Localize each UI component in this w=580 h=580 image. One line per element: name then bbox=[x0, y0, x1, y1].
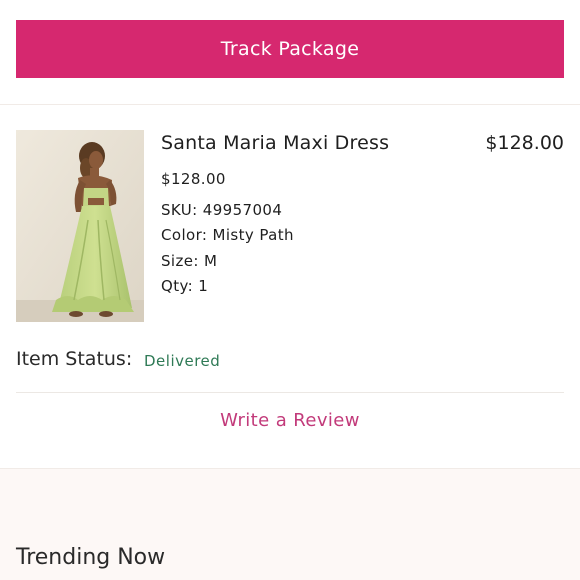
sku-text: SKU: 49957004 bbox=[161, 201, 283, 219]
track-package-button[interactable]: Track Package bbox=[16, 20, 564, 78]
unit-price: $128.00 bbox=[161, 170, 226, 188]
line-total-price: $128.00 bbox=[485, 132, 564, 154]
write-review-link[interactable]: Write a Review bbox=[0, 410, 580, 431]
color-text: Color: Misty Path bbox=[161, 226, 294, 244]
size-text: Size: M bbox=[161, 252, 218, 270]
product-name[interactable]: Santa Maria Maxi Dress bbox=[161, 132, 389, 154]
order-detail-page: Track Package Santa Maria Maxi Dress $12… bbox=[0, 0, 580, 580]
item-status-value: Delivered bbox=[144, 352, 221, 370]
item-status-label: Item Status: bbox=[16, 348, 133, 370]
quantity-text: Qty: 1 bbox=[161, 277, 209, 295]
product-image[interactable] bbox=[16, 130, 144, 322]
dress-photo-illustration bbox=[16, 130, 144, 322]
item-status-row: Item Status: Delivered bbox=[16, 348, 564, 378]
divider bbox=[16, 392, 564, 393]
trending-section: Trending Now bbox=[0, 468, 580, 580]
order-item: Santa Maria Maxi Dress $128.00 $128.00 S… bbox=[16, 130, 564, 322]
trending-title: Trending Now bbox=[16, 545, 166, 570]
track-package-section: Track Package bbox=[0, 0, 580, 105]
